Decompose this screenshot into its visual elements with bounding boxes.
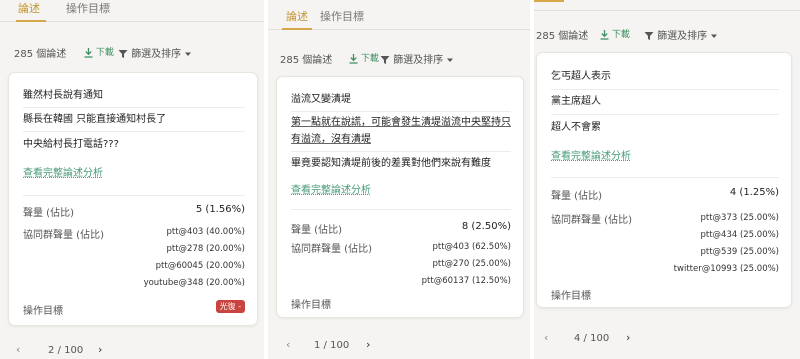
filter-icon	[644, 32, 654, 40]
active-tab-indicator	[534, 0, 564, 2]
group-volume-label: 協同群聲量 (佔比)	[551, 215, 632, 226]
target-label: 操作目標	[291, 300, 331, 311]
target-label: 操作目標	[23, 306, 63, 317]
volume-value: 5 (1.56%)	[195, 204, 245, 215]
card-divider	[23, 195, 245, 196]
download-button[interactable]: 下載	[84, 45, 114, 58]
chevron-right-icon[interactable]: ›	[98, 343, 102, 356]
quote-divider	[291, 151, 511, 152]
volume-label: 聲量 (佔比)	[23, 208, 74, 219]
discourse-card: 雖然村長說有通知 縣長在韓國 只能直接通知村長了 中央給村長打電話??? 查看完…	[8, 72, 258, 326]
tab-bar: 論述 操作目標	[0, 0, 264, 22]
filter-sort-label: 篩選及排序	[131, 49, 182, 60]
download-icon	[349, 53, 358, 64]
group-volume-item: ptt@373 (25.00%)	[700, 213, 779, 223]
group-volume-item: ptt@539 (25.00%)	[700, 247, 779, 257]
chevron-left-icon[interactable]: ‹	[544, 331, 548, 344]
page-indicator: 4 / 100	[574, 333, 610, 344]
discourse-count: 285 個論述	[280, 55, 333, 66]
chevron-right-icon[interactable]: ›	[626, 331, 630, 344]
tab-discourse[interactable]: 論述	[286, 8, 308, 24]
card-divider	[291, 209, 511, 210]
card-divider	[551, 177, 779, 178]
full-analysis-link[interactable]: 查看完整論述分析	[551, 147, 631, 162]
full-analysis-link[interactable]: 查看完整論述分析	[23, 164, 103, 179]
discourse-count: 285 個論述	[14, 49, 67, 60]
filter-sort-button[interactable]: 篩選及排序	[380, 51, 454, 66]
group-volume-item: ptt@60045 (20.00%)	[155, 261, 245, 271]
tab-bar: 論述 操作目標	[268, 0, 530, 30]
toolbar: 285 個論述 下載 篩選及排序	[268, 51, 530, 69]
volume-label: 聲量 (佔比)	[291, 225, 342, 236]
quote-divider	[291, 111, 511, 112]
quote-divider	[551, 89, 779, 90]
download-label: 下載	[95, 48, 114, 58]
group-volume-item: ptt@60137 (12.50%)	[421, 276, 511, 286]
chevron-right-icon[interactable]: ›	[366, 338, 370, 351]
group-volume-item: youtube@348 (20.00%)	[143, 278, 245, 288]
quote-divider	[23, 131, 245, 132]
target-badge[interactable]: 光復 -	[215, 300, 245, 313]
quote-divider	[551, 114, 779, 115]
panel-discourse-1: 論述 操作目標 285 個論述 下載 篩選及排序 雖然村長說有通知 縣長在韓國 …	[0, 0, 264, 359]
toolbar: 285 個論述 下載 篩選及排序	[0, 45, 264, 63]
group-volume-item: ptt@270 (25.00%)	[432, 259, 511, 269]
quote-item: 乞丐超人表示	[551, 71, 611, 82]
filter-icon	[118, 50, 128, 58]
group-volume-item: ptt@403 (40.00%)	[166, 227, 245, 237]
active-tab-indicator	[282, 28, 312, 30]
chevron-left-icon[interactable]: ‹	[286, 338, 290, 351]
quote-item: 雖然村長說有通知	[23, 90, 103, 101]
panel-discourse-3: 285 個論述 下載 篩選及排序 乞丐超人表示 黨主席超人 超人不會累 查看完整…	[534, 0, 800, 359]
volume-value: 8 (2.50%)	[461, 221, 511, 232]
filter-icon	[380, 56, 390, 64]
screenshot-collage: 論述 操作目標 285 個論述 下載 篩選及排序 雖然村長說有通知 縣長在韓國 …	[0, 0, 800, 359]
filter-sort-button[interactable]: 篩選及排序	[644, 27, 718, 42]
group-volume-label: 協同群聲量 (佔比)	[291, 244, 372, 255]
discourse-card: 溢流又變潰堤 第一點就在說謊，可能會發生潰堤溢流中央堅持只有溢流，沒有潰堤 畢竟…	[276, 76, 524, 318]
quote-divider	[23, 107, 245, 108]
caret-down-icon	[447, 58, 454, 62]
page-indicator: 2 / 100	[48, 345, 84, 356]
group-volume-item: ptt@403 (62.50%)	[432, 242, 511, 252]
discourse-count: 285 個論述	[536, 31, 589, 42]
quote-item: 中央給村長打電話???	[23, 139, 119, 150]
quote-item: 畢竟要認知潰堤前後的差異對他們來說有難度	[291, 158, 491, 169]
filter-sort-button[interactable]: 篩選及排序	[118, 45, 192, 60]
target-label: 操作目標	[551, 291, 591, 302]
caret-down-icon	[185, 52, 192, 56]
group-volume-label: 協同群聲量 (佔比)	[23, 230, 104, 241]
download-label: 下載	[360, 54, 379, 64]
group-volume-item: twitter@10993 (25.00%)	[673, 264, 779, 274]
download-label: 下載	[611, 30, 630, 40]
quote-item: 黨主席超人	[551, 96, 601, 107]
group-volume-item: ptt@434 (25.00%)	[700, 230, 779, 240]
download-button[interactable]: 下載	[349, 51, 379, 64]
tab-bar-border	[534, 10, 800, 11]
volume-value: 4 (1.25%)	[729, 187, 779, 198]
active-tab-indicator	[16, 20, 46, 22]
chevron-left-icon[interactable]: ‹	[16, 343, 20, 356]
full-analysis-link[interactable]: 查看完整論述分析	[291, 181, 371, 196]
download-icon	[600, 29, 609, 40]
caret-down-icon	[711, 34, 718, 38]
toolbar: 285 個論述 下載 篩選及排序	[534, 27, 800, 45]
filter-sort-label: 篩選及排序	[393, 55, 444, 66]
discourse-card: 乞丐超人表示 黨主席超人 超人不會累 查看完整論述分析 聲量 (佔比) 4 (1…	[536, 52, 792, 308]
filter-sort-label: 篩選及排序	[657, 31, 708, 42]
group-volume-item: ptt@278 (20.00%)	[166, 244, 245, 254]
quote-item: 超人不會累	[551, 122, 601, 133]
tab-targets[interactable]: 操作目標	[320, 8, 364, 24]
download-button[interactable]: 下載	[600, 27, 630, 40]
quote-item: 縣長在韓國 只能直接通知村長了	[23, 114, 167, 125]
download-icon	[84, 47, 93, 58]
page-indicator: 1 / 100	[314, 340, 350, 351]
volume-label: 聲量 (佔比)	[551, 191, 602, 202]
tab-discourse[interactable]: 論述	[18, 0, 40, 16]
quote-item: 第一點就在說謊，可能會發生潰堤溢流中央堅持只有溢流，沒有潰堤	[291, 117, 511, 145]
panel-discourse-2: 論述 操作目標 285 個論述 下載 篩選及排序 溢流又變潰堤 第一點就在說謊，…	[268, 0, 530, 359]
tab-targets[interactable]: 操作目標	[66, 0, 110, 16]
quote-item: 溢流又變潰堤	[291, 94, 351, 105]
